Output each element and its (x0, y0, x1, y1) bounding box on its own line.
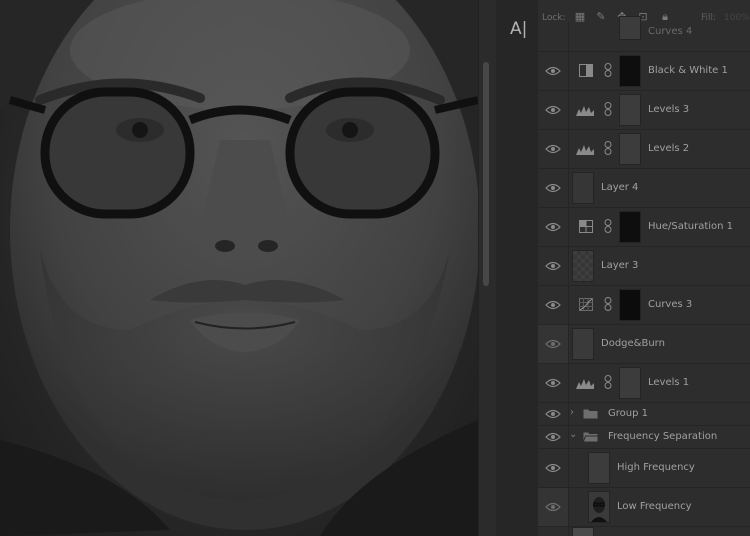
layer-row-curves-4[interactable]: Curves 4 (538, 16, 750, 52)
layer-name[interactable]: Group 1 (608, 408, 648, 419)
eye-icon[interactable] (545, 409, 561, 419)
link-chain-icon[interactable] (604, 141, 612, 155)
visibility-toggle[interactable] (538, 364, 569, 402)
chevron-down-icon[interactable]: ⌄ (569, 429, 577, 440)
portrait-photo (0, 0, 478, 536)
levels-icon (576, 145, 594, 155)
layer-name[interactable]: Layer 3 (601, 260, 638, 271)
eye-icon[interactable] (545, 339, 561, 349)
eye-icon[interactable] (545, 502, 561, 512)
layer-row-levels-2[interactable]: Levels 2 (538, 130, 750, 169)
layer-thumbnail[interactable] (572, 172, 594, 204)
layer-thumbnail[interactable] (588, 491, 610, 523)
layer-mask-thumbnail[interactable] (619, 289, 641, 321)
visibility-toggle[interactable] (538, 286, 569, 324)
canvas-scrollbar-thumb[interactable] (483, 62, 489, 286)
layer-row-levels-3[interactable]: Levels 3 (538, 91, 750, 130)
layers-panel: Lock: ▦ ✎ ✥ ⊡ 🔒︎ Fill: 100% Curves 4 Bla… (538, 0, 750, 536)
layer-row-black-white-1[interactable]: Black & White 1 (538, 52, 750, 91)
link-chain-icon[interactable] (604, 375, 612, 389)
link-chain-icon[interactable] (604, 219, 612, 233)
folder-icon (583, 409, 598, 419)
layer-name[interactable]: Low Frequency (617, 501, 692, 512)
eye-icon[interactable] (545, 300, 561, 310)
curves-icon (579, 298, 593, 311)
visibility-toggle[interactable] (538, 22, 569, 51)
character-panel-button[interactable]: A| (504, 16, 536, 42)
visibility-toggle[interactable] (538, 247, 569, 285)
visibility-toggle[interactable] (538, 449, 569, 487)
visibility-toggle[interactable] (538, 426, 569, 448)
layer-mask-thumbnail[interactable] (619, 367, 641, 399)
eye-icon[interactable] (545, 378, 561, 388)
levels-icon (576, 106, 594, 116)
layer-name[interactable]: Levels 2 (648, 143, 689, 154)
layer-name[interactable]: Dodge&Burn (601, 338, 665, 349)
layer-row-high-frequency[interactable]: High Frequency (538, 449, 750, 488)
layer-row-frequency-separation[interactable]: ⌄ Frequency Separation (538, 426, 750, 449)
layer-row-levels-1[interactable]: Levels 1 (538, 364, 750, 403)
layer-mask-thumbnail[interactable] (619, 16, 641, 40)
visibility-toggle[interactable] (538, 169, 569, 207)
layer-row-hue-saturation-1[interactable]: Hue/Saturation 1 (538, 208, 750, 247)
black-white-icon (579, 64, 593, 77)
eye-icon[interactable] (545, 183, 561, 193)
layer-mask-thumbnail[interactable] (619, 94, 641, 126)
visibility-toggle[interactable] (538, 52, 569, 90)
layer-name[interactable]: Levels 3 (648, 104, 689, 115)
folder-open-icon (583, 432, 598, 442)
visibility-toggle[interactable] (538, 208, 569, 246)
layer-name[interactable]: Hue/Saturation 1 (648, 221, 733, 232)
hue-saturation-icon (579, 220, 593, 233)
layer-mask-thumbnail[interactable] (619, 133, 641, 165)
layer-name[interactable]: Frequency Separation (608, 431, 717, 442)
layer-mask-thumbnail[interactable] (619, 55, 641, 87)
visibility-toggle[interactable] (538, 403, 569, 425)
layer-thumbnail[interactable] (588, 452, 610, 484)
visibility-toggle[interactable] (538, 325, 569, 363)
layer-name[interactable]: Curves 3 (648, 299, 692, 310)
eye-icon[interactable] (545, 144, 561, 154)
link-chain-icon[interactable] (604, 63, 612, 77)
eye-icon[interactable] (545, 66, 561, 76)
layer-name[interactable]: Levels 1 (648, 377, 689, 388)
eye-icon[interactable] (545, 261, 561, 271)
document-canvas[interactable] (0, 0, 478, 536)
layer-row-layer-3[interactable]: Layer 3 (538, 247, 750, 286)
layer-thumbnail[interactable] (572, 250, 594, 282)
layer-thumbnail[interactable] (572, 527, 594, 536)
visibility-toggle[interactable] (538, 527, 569, 536)
portrait-silhouette-mask (620, 290, 640, 320)
layer-thumbnail[interactable] (572, 328, 594, 360)
portrait-thumbnail-image (589, 492, 609, 522)
link-chain-icon[interactable] (604, 102, 612, 116)
layer-row-low-frequency[interactable]: Low Frequency (538, 488, 750, 527)
chevron-right-icon[interactable]: › (570, 407, 574, 418)
link-chain-icon[interactable] (604, 297, 612, 311)
eye-icon[interactable] (545, 432, 561, 442)
layer-row-curves-3[interactable]: Curves 3 (538, 286, 750, 325)
layer-name[interactable]: High Frequency (617, 462, 695, 473)
levels-icon (576, 379, 594, 389)
layer-mask-thumbnail[interactable] (619, 211, 641, 243)
layer-name[interactable]: Black & White 1 (648, 65, 728, 76)
layer-row-layer-4[interactable]: Layer 4 (538, 169, 750, 208)
layer-row-partial[interactable] (538, 527, 750, 536)
eye-icon[interactable] (545, 463, 561, 473)
layer-name[interactable]: Curves 4 (648, 26, 692, 37)
visibility-toggle[interactable] (538, 488, 569, 526)
layer-row-group-1[interactable]: › Group 1 (538, 403, 750, 426)
visibility-toggle[interactable] (538, 91, 569, 129)
layer-row-dodge-burn[interactable]: Dodge&Burn (538, 325, 750, 364)
panel-dock-column: A| (496, 0, 539, 536)
layer-name[interactable]: Layer 4 (601, 182, 638, 193)
visibility-toggle[interactable] (538, 130, 569, 168)
eye-icon[interactable] (545, 105, 561, 115)
eye-icon[interactable] (545, 222, 561, 232)
